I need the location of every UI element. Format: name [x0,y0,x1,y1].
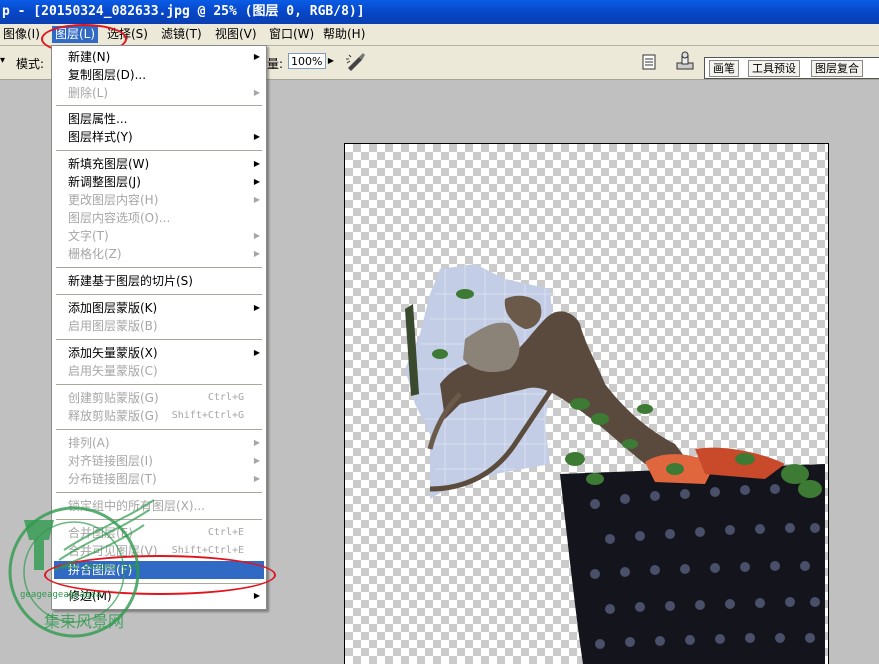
menu-item-layer-content-options: 图层内容选项(O)... [68,211,171,225]
submenu-arrow-icon: ▶ [253,52,260,61]
airbrush-icon[interactable] [345,51,367,74]
submenu-arrow-icon: ▶ [253,231,260,240]
menu-item-new-fill-layer[interactable]: 新填充图层(W) ▶ [54,155,264,173]
menu-filter[interactable]: 滤镜(T) [158,26,205,43]
menu-item-change-layer-content: 更改图层内容(H) ▶ [68,193,260,207]
layer-image [405,264,825,664]
tab-layer-comps[interactable]: 图层复合 [811,60,863,77]
menu-item-new[interactable]: 新建(N) ▶ [54,48,264,66]
watermark-cn-text: 集束风景网 [44,612,125,631]
menu-separator [56,150,262,151]
flow-label: 量: [267,57,284,71]
mode-label: 模式: [16,57,45,71]
submenu-arrow-icon: ▶ [253,474,260,483]
menu-item-layer-style[interactable]: 图层样式(Y) ▶ [54,128,264,146]
window-title: p - [20150324_082633.jpg @ 25% (图层 0, RG… [2,4,365,19]
menu-item-align-linked: 对齐链接图层(I) ▶ [68,454,260,468]
menu-separator [56,105,262,106]
menu-item-add-layer-mask[interactable]: 添加图层蒙版(K) ▶ [54,299,264,317]
submenu-arrow-icon: ▶ [253,438,260,447]
document-canvas[interactable] [345,144,828,664]
tab-brushes[interactable]: 画笔 [709,60,739,77]
menu-bar: 图像(I) 图层(L) 选择(S) 滤镜(T) 视图(V) 窗口(W) 帮助(H… [0,24,879,46]
menu-separator [56,339,262,340]
menu-separator [56,267,262,268]
menu-image[interactable]: 图像(I) [0,26,43,43]
menu-item-new-layer-based-slice[interactable]: 新建基于图层的切片(S) [54,272,264,290]
menu-item-delete: 删除(L) ▶ [68,86,260,100]
palette-well: 画笔 工具预设 图层复合 [704,57,879,79]
submenu-arrow-icon: ▶ [253,348,260,357]
menu-item-duplicate-layer[interactable]: 复制图层(D)... [54,66,264,84]
submenu-arrow-icon: ▶ [253,132,260,141]
submenu-arrow-icon: ▶ [253,159,260,168]
menu-item-arrange: 排列(A) ▶ [68,436,260,450]
submenu-arrow-icon: ▶ [253,195,260,204]
menu-item-release-clipping-mask: 释放剪贴蒙版(G) Shift+Ctrl+G [68,409,244,423]
flow-input[interactable]: 100% [288,53,326,69]
menu-item-layer-properties[interactable]: 图层属性... [54,110,264,128]
submenu-arrow-icon: ▶ [253,303,260,312]
submenu-arrow-icon: ▶ [253,177,260,186]
menu-item-enable-vector-mask: 启用矢量蒙版(C) [68,364,158,378]
menu-separator [56,384,262,385]
submenu-arrow-icon: ▶ [253,88,260,97]
menu-window[interactable]: 窗口(W) [266,26,317,43]
menu-item-create-clipping-mask: 创建剪贴蒙版(G) Ctrl+G [68,391,244,405]
submenu-arrow-icon: ▶ [253,249,260,258]
document-icon[interactable] [640,53,658,74]
menu-help[interactable]: 帮助(H) [320,26,368,43]
menu-separator [56,294,262,295]
options-arrow-icon[interactable]: ▾ [0,55,5,66]
menu-item-rasterize: 栅格化(Z) ▶ [68,247,260,261]
stamp-icon[interactable] [674,51,696,76]
menu-item-enable-layer-mask: 启用图层蒙版(B) [68,319,158,333]
watermark-name-text: geageageageagea [20,590,102,600]
title-bar: p - [20150324_082633.jpg @ 25% (图层 0, RG… [0,0,879,24]
watermark-site-text: www.geagea.com [62,562,138,572]
submenu-arrow-icon: ▶ [253,456,260,465]
menu-item-new-adjustment-layer[interactable]: 新调整图层(J) ▶ [54,173,264,191]
menu-item-add-vector-mask[interactable]: 添加矢量蒙版(X) ▶ [54,344,264,362]
menu-separator [56,429,262,430]
tab-tool-presets[interactable]: 工具预设 [748,60,800,77]
submenu-arrow-icon: ▶ [253,591,260,600]
watermark: www.geagea.com geageageageagea 集束风景网 [4,480,174,654]
menu-item-type: 文字(T) ▶ [68,229,260,243]
menu-view[interactable]: 视图(V) [212,26,260,43]
chevron-down-icon[interactable]: ▶ [326,53,336,69]
